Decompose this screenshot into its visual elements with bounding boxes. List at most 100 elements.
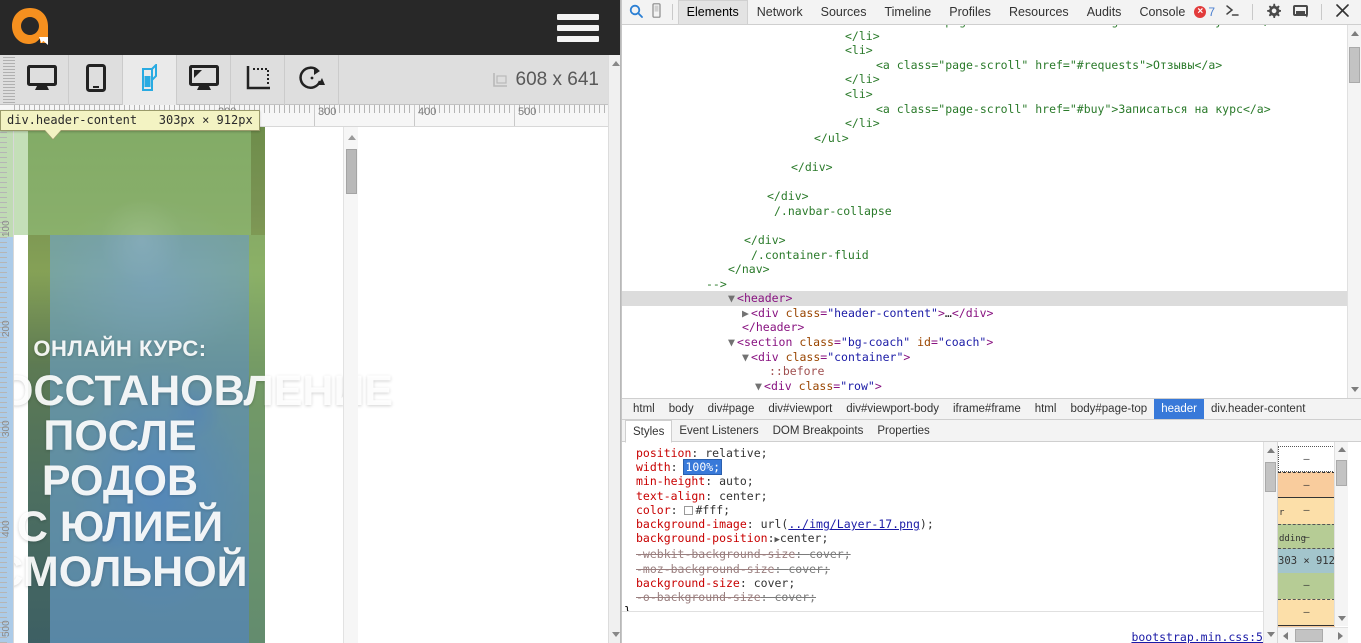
- scroll-up-arrow-icon[interactable]: [348, 135, 356, 140]
- tab-console[interactable]: Console: [1130, 0, 1194, 25]
- dom-tree[interactable]: <a class="page-scroll" href="#whatget">Ч…: [622, 25, 1361, 398]
- css-property[interactable]: position: [636, 446, 691, 460]
- tab-profiles[interactable]: Profiles: [940, 0, 1000, 25]
- device-button-responsive[interactable]: [177, 54, 231, 105]
- css-property[interactable]: color: [636, 503, 671, 517]
- tab-styles[interactable]: Styles: [625, 420, 673, 443]
- scroll-thumb[interactable]: [346, 149, 357, 194]
- css-property[interactable]: width: [636, 460, 671, 474]
- page-vertical-scrollbar[interactable]: [343, 127, 358, 643]
- page-viewport[interactable]: ОНЛАЙН КУРС: ВОССТАНОВЛЕНИЕ ПОСЛЕ РОДОВ …: [14, 127, 620, 643]
- dom-line[interactable]: /.container-fluid: [622, 248, 1361, 263]
- device-button-ruler[interactable]: [231, 54, 285, 105]
- scroll-up-arrow-icon[interactable]: [1267, 448, 1275, 453]
- scroll-thumb[interactable]: [1336, 460, 1347, 486]
- styles-scrollbar[interactable]: [1263, 442, 1277, 643]
- dom-line[interactable]: </div>: [622, 233, 1361, 248]
- tab-timeline[interactable]: Timeline: [875, 0, 940, 25]
- box-model-content-layer[interactable]: 303 × 912: [1278, 549, 1335, 573]
- device-mode-button[interactable]: [646, 0, 666, 24]
- tab-dom-breakpoints[interactable]: DOM Breakpoints: [766, 420, 871, 442]
- tab-elements[interactable]: Elements: [677, 0, 748, 25]
- css-value[interactable]: cover;: [788, 562, 830, 576]
- tab-resources[interactable]: Resources: [1000, 0, 1078, 25]
- css-declaration[interactable]: background-position:▶center;: [622, 531, 1277, 547]
- css-declaration[interactable]: background-image: url(../img/Layer-17.pn…: [622, 517, 1277, 531]
- inspect-element-button[interactable]: [626, 0, 646, 24]
- css-declaration-overridden[interactable]: -moz-background-size: cover;: [622, 562, 1277, 576]
- scroll-up-arrow-icon[interactable]: [1351, 31, 1359, 36]
- dock-side-button[interactable]: [1288, 0, 1314, 24]
- toolbar-gripper[interactable]: [3, 56, 15, 103]
- css-value[interactable]: cover;: [754, 576, 796, 590]
- css-value[interactable]: cover;: [774, 590, 816, 604]
- css-property[interactable]: -o-background-size: [636, 590, 761, 604]
- css-property[interactable]: background-image: [636, 517, 747, 531]
- dom-line[interactable]: <li>: [622, 87, 1361, 102]
- css-property[interactable]: -moz-background-size: [636, 562, 774, 576]
- box-model-position-value[interactable]: –: [1303, 454, 1309, 465]
- css-declaration[interactable]: position: relative;: [622, 446, 1277, 460]
- close-devtools-button[interactable]: [1329, 0, 1355, 24]
- scroll-right-arrow-icon[interactable]: [1338, 632, 1343, 640]
- tab-properties[interactable]: Properties: [870, 420, 936, 442]
- box-model-border-layer[interactable]: r –: [1278, 498, 1335, 524]
- color-swatch[interactable]: [684, 505, 694, 515]
- css-declaration[interactable]: background-size: cover;: [622, 576, 1277, 590]
- tab-network[interactable]: Network: [748, 0, 812, 25]
- device-button-tablet[interactable]: [69, 54, 123, 105]
- tab-sources[interactable]: Sources: [812, 0, 876, 25]
- breadcrumb-item-body-page-top[interactable]: body#page-top: [1063, 399, 1154, 419]
- dom-line[interactable]: </li>: [622, 116, 1361, 131]
- css-value[interactable]: center;: [780, 531, 828, 545]
- breadcrumb-item-div-viewport-body[interactable]: div#viewport-body: [839, 399, 946, 419]
- dom-node-div-row[interactable]: ▼ <div class="row">: [622, 379, 1361, 394]
- next-css-rule[interactable]: bootstrap.min.css:5 article, aside, deta…: [622, 611, 1277, 643]
- css-value[interactable]: auto;: [719, 474, 754, 488]
- dom-line[interactable]: </nav>: [622, 262, 1361, 277]
- scroll-down-arrow-icon[interactable]: [1267, 632, 1275, 637]
- box-model-padding-layer[interactable]: dding –: [1278, 524, 1335, 549]
- css-property[interactable]: text-align: [636, 489, 705, 503]
- breadcrumb-item-iframe-frame[interactable]: iframe#frame: [946, 399, 1028, 419]
- dom-line[interactable]: </div>: [622, 160, 1361, 175]
- box-model-content-size[interactable]: 303 × 912: [1278, 555, 1335, 567]
- box-model-position-layer[interactable]: –: [1278, 446, 1335, 472]
- scroll-left-arrow-icon[interactable]: [1283, 632, 1288, 640]
- tab-event-listeners[interactable]: Event Listeners: [672, 420, 765, 442]
- breadcrumb-item-header[interactable]: header: [1154, 399, 1204, 419]
- scroll-thumb[interactable]: [1265, 462, 1276, 492]
- dom-line[interactable]: -->: [622, 277, 1361, 292]
- css-property[interactable]: min-height: [636, 474, 705, 488]
- box-model-diagram[interactable]: – – r– dding– 303 × 912 – – –: [1278, 446, 1335, 643]
- box-model-padding-bottom-value[interactable]: –: [1303, 580, 1309, 591]
- dom-line[interactable]: </ul>: [622, 131, 1361, 146]
- css-value[interactable]: center;: [719, 489, 767, 503]
- scroll-down-arrow-icon[interactable]: [1351, 387, 1359, 392]
- device-button-rotate[interactable]: [285, 54, 339, 105]
- css-declaration[interactable]: min-height: auto;: [622, 474, 1277, 488]
- css-declaration[interactable]: color: #fff;: [622, 503, 1277, 517]
- device-button-mobile[interactable]: [123, 54, 177, 105]
- dom-node-header-close[interactable]: </header>: [622, 320, 1361, 335]
- breadcrumb-item-html[interactable]: html: [626, 399, 662, 419]
- scroll-down-arrow-icon[interactable]: [1338, 616, 1346, 621]
- css-property[interactable]: -webkit-background-size: [636, 547, 795, 561]
- settings-button[interactable]: [1260, 0, 1286, 24]
- box-model-scrollbar[interactable]: [1334, 442, 1348, 626]
- box-model-margin-value[interactable]: –: [1303, 480, 1309, 491]
- box-model-margin-layer[interactable]: –: [1278, 472, 1335, 498]
- css-image-link[interactable]: ../img/Layer-17.png: [788, 517, 920, 531]
- css-value[interactable]: relative;: [705, 446, 767, 460]
- dom-node-div-container[interactable]: ▼ <div class="container">: [622, 350, 1361, 365]
- dom-node-header[interactable]: ▼ <header>: [622, 291, 1361, 306]
- left-pane-scrollbar[interactable]: [608, 55, 620, 643]
- dom-tree-scrollbar[interactable]: [1347, 25, 1361, 398]
- box-model-border-bottom-value[interactable]: –: [1303, 607, 1309, 618]
- dom-node-section-coach[interactable]: ▼ <section class="bg-coach" id="coach">: [622, 335, 1361, 350]
- scroll-down-arrow-icon[interactable]: [612, 632, 620, 637]
- breadcrumb-item-html-inner[interactable]: html: [1028, 399, 1064, 419]
- dom-line[interactable]: </div>: [622, 189, 1361, 204]
- dom-line[interactable]: <a class="page-scroll" href="#requests">…: [622, 58, 1361, 73]
- scroll-up-arrow-icon[interactable]: [1338, 447, 1346, 452]
